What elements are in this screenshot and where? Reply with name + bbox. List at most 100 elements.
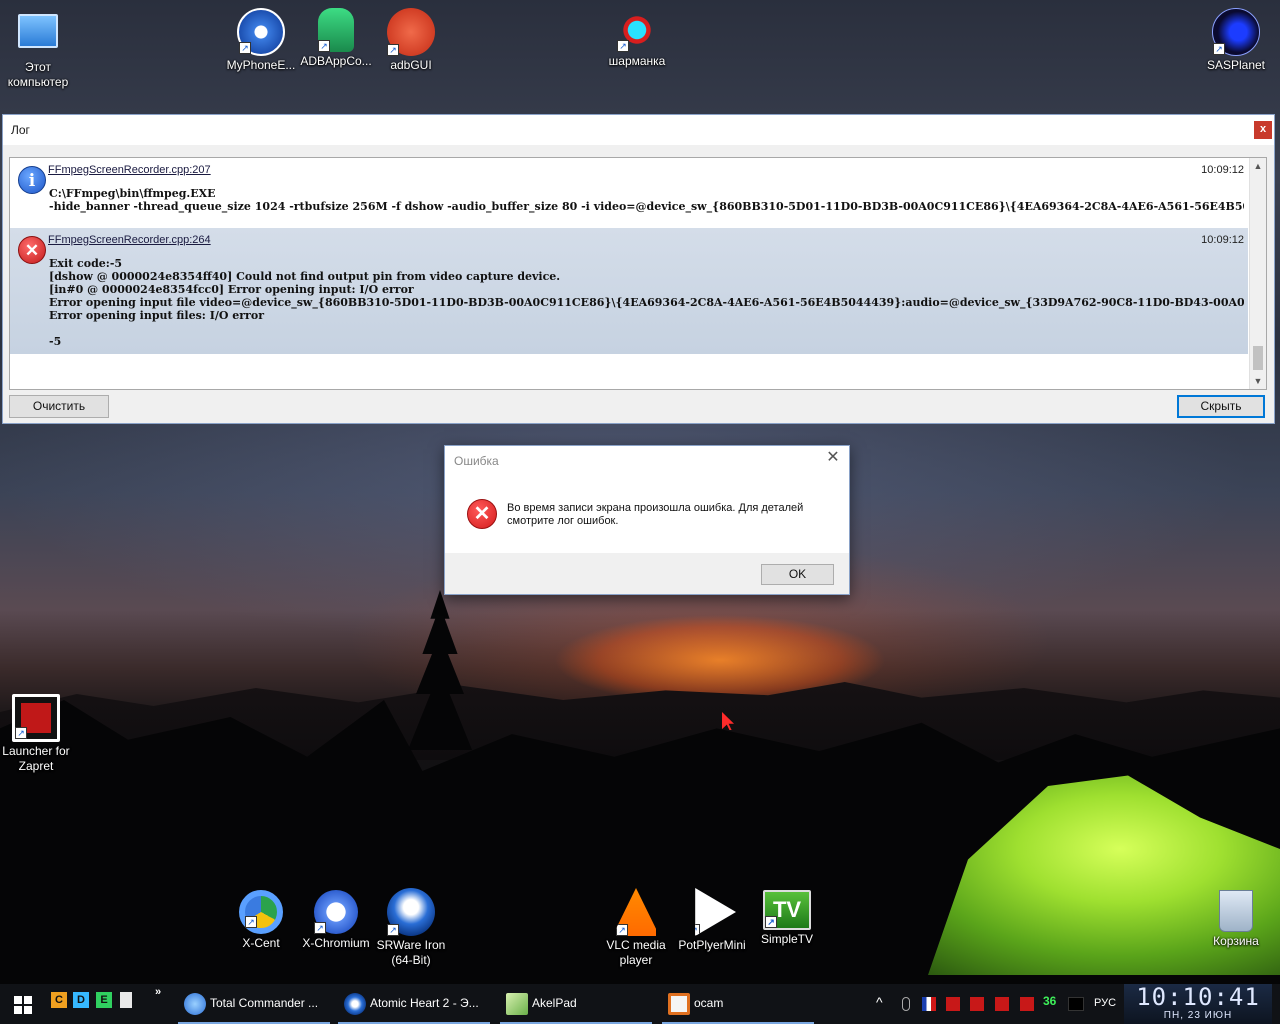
taskbar-item-ocam[interactable]: ocam — [662, 984, 814, 1024]
scrollbar-thumb[interactable] — [1253, 346, 1263, 370]
error-message: Во время записи экрана произошла ошибка.… — [507, 502, 804, 527]
log-entry-source-link[interactable]: FFmpegScreenRecorder.cpp:207 — [48, 164, 211, 176]
paperclip-icon[interactable] — [902, 997, 910, 1011]
clock-date: ПН, 23 ИЮН — [1163, 1010, 1233, 1021]
quick-launch-drive-e[interactable]: E — [96, 992, 112, 1008]
desktop-icon-label: X-Chromium — [302, 936, 370, 950]
desktop-icon-adbgui[interactable]: ↗ adbGUI — [373, 8, 449, 73]
desktop-icon-launcher-zapret[interactable]: ↗ Launcher for Zapret — [0, 694, 74, 774]
quick-launch-drive-c[interactable]: C — [51, 992, 67, 1008]
taskbar-item-atomic-heart[interactable]: Atomic Heart 2 - Э... — [338, 984, 490, 1024]
vlc-cone-icon: ↗ — [616, 888, 656, 936]
desktop-icon-simpletv[interactable]: TV ↗ SimpleTV — [749, 890, 825, 947]
shortcut-arrow-icon: ↗ — [387, 44, 399, 56]
error-dialog[interactable]: Ошибка ✕ ✕ Во время записи экрана произо… — [444, 445, 850, 595]
error-dialog-title: Ошибка — [454, 454, 499, 468]
desktop-icon-recycle-bin[interactable]: Корзина — [1198, 890, 1274, 949]
hide-button[interactable]: Скрыть — [1177, 395, 1265, 418]
desktop-icon-x-chromium[interactable]: ↗ X-Chromium — [298, 890, 374, 951]
recycle-bin-icon — [1219, 890, 1253, 932]
tray-overflow-chevron-icon[interactable]: ^ — [876, 994, 883, 1010]
log-entry-time: 10:09:12 — [1201, 234, 1244, 246]
taskbar-item-akelpad[interactable]: AkelPad — [500, 984, 652, 1024]
iron-browser-icon: ↗ — [387, 888, 435, 936]
taskbar-item-label: ocam — [694, 996, 724, 1010]
desktop-icon-label: SRWare Iron (64-Bit) — [376, 938, 446, 967]
desktop-icon-adbappcontrol[interactable]: ↗ ADBAppCo... — [298, 8, 374, 69]
desktop-icon-potplayer[interactable]: ↗ PotPlyerMini — [674, 888, 750, 953]
close-icon[interactable]: ✕ — [825, 450, 841, 466]
radio-antenna-icon: ↗ — [617, 8, 657, 52]
wrench-icon: ↗ — [387, 8, 435, 56]
desktop-icon-sharmanka[interactable]: ↗ шарманка — [599, 8, 675, 69]
desktop-icon-x-cent[interactable]: ↗ X-Cent — [223, 890, 299, 951]
log-entry-selected[interactable]: ✕ FFmpegScreenRecorder.cpp:264 10:09:12 … — [10, 228, 1248, 354]
shortcut-arrow-icon: ↗ — [239, 42, 251, 54]
taskbar-item-label: AkelPad — [532, 996, 577, 1010]
log-window[interactable]: Лог x i FFmpegScreenRecorder.cpp:207 10:… — [2, 114, 1275, 424]
tray-app-icon[interactable] — [946, 997, 960, 1011]
log-list[interactable]: i FFmpegScreenRecorder.cpp:207 10:09:12 … — [9, 157, 1267, 390]
desktop-icon-label: SASPlanet — [1206, 58, 1266, 72]
log-scrollbar[interactable]: ▲ ▼ — [1249, 158, 1266, 389]
unlock-icon: ↗ — [12, 694, 60, 742]
taskbar-item-label: Total Commander ... — [210, 996, 319, 1010]
shortcut-arrow-icon: ↗ — [15, 727, 27, 739]
android-icon: ↗ — [318, 8, 354, 52]
scroll-up-icon[interactable]: ▲ — [1250, 158, 1266, 174]
close-icon[interactable]: x — [1254, 121, 1272, 139]
desktop-icon-label: Корзина — [1213, 934, 1259, 948]
taskbar-item-label: Atomic Heart 2 - Э... — [370, 996, 479, 1010]
desktop-icon-srware-iron[interactable]: ↗ SRWare Iron (64-Bit) — [373, 888, 449, 968]
shortcut-arrow-icon: ↗ — [245, 916, 257, 928]
desktop-icon-label: X-Cent — [242, 936, 280, 950]
sync-app-icon: ↗ — [237, 8, 285, 56]
taskbar: C D E » Total Commander ... Atomic Heart… — [0, 984, 1280, 1024]
shortcut-arrow-icon: ↗ — [314, 922, 326, 934]
desktop-icon-label: adbGUI — [390, 58, 432, 72]
shortcut-arrow-icon: ↗ — [617, 40, 629, 52]
flag-icon[interactable] — [922, 997, 936, 1011]
globe-icon: ↗ — [1212, 8, 1260, 56]
log-entry-body: Exit code:-5 [dshow @ 0000024e8354ff40] … — [49, 257, 1244, 348]
tv-icon: TV ↗ — [763, 890, 811, 930]
browser-icon: ↗ — [239, 890, 283, 934]
shortcut-arrow-icon: ↗ — [318, 40, 330, 52]
desktop-icon-this-pc[interactable]: Этот компьютер — [0, 10, 76, 90]
shortcut-arrow-icon: ↗ — [387, 924, 399, 936]
desktop-icon-label: ADBAppCo... — [300, 54, 372, 68]
clear-button[interactable]: Очистить — [9, 395, 109, 418]
log-entry[interactable]: i FFmpegScreenRecorder.cpp:207 10:09:12 … — [10, 158, 1248, 227]
quick-launch-drive-d[interactable]: D — [73, 992, 89, 1008]
akelpad-icon — [506, 993, 528, 1015]
ok-button[interactable]: OK — [761, 564, 834, 585]
error-icon: ✕ — [467, 499, 497, 529]
clock-time: 10:10:41 — [1136, 983, 1260, 1011]
total-commander-icon — [184, 993, 206, 1015]
quick-launch-overflow[interactable]: » — [150, 984, 166, 1000]
desktop-icon-myphone[interactable]: ↗ MyPhoneE... — [223, 8, 299, 73]
log-window-titlebar[interactable]: Лог x — [3, 115, 1274, 145]
input-language[interactable]: РУС — [1094, 997, 1116, 1009]
play-icon: ↗ — [695, 888, 736, 936]
log-window-title: Лог — [11, 123, 30, 137]
tray-app-icon[interactable] — [970, 997, 984, 1011]
windows-start-icon[interactable] — [14, 996, 32, 1014]
shortcut-arrow-icon: ↗ — [765, 916, 777, 928]
taskbar-clock[interactable]: 10:10:41 ПН, 23 ИЮН — [1124, 984, 1272, 1024]
notepad-icon[interactable] — [120, 992, 132, 1008]
desktop-icon-label: VLC media player — [606, 938, 666, 967]
tray-counter[interactable]: 36 — [1043, 994, 1056, 1008]
tray-app-icon[interactable] — [1068, 997, 1084, 1011]
desktop-icon-label: Этот компьютер — [7, 60, 69, 89]
computer-icon — [18, 14, 58, 48]
tray-app-icon[interactable] — [995, 997, 1009, 1011]
scroll-down-icon[interactable]: ▼ — [1250, 373, 1266, 389]
chromium-icon: ↗ — [314, 890, 358, 934]
desktop-icon-vlc[interactable]: ↗ VLC media player — [598, 888, 674, 968]
tray-app-icon[interactable] — [1020, 997, 1034, 1011]
desktop-icon-label: шарманка — [608, 54, 666, 68]
taskbar-item-total-commander[interactable]: Total Commander ... — [178, 984, 330, 1024]
log-entry-source-link[interactable]: FFmpegScreenRecorder.cpp:264 — [48, 234, 211, 246]
desktop-icon-sasplanet[interactable]: ↗ SASPlanet — [1198, 8, 1274, 73]
